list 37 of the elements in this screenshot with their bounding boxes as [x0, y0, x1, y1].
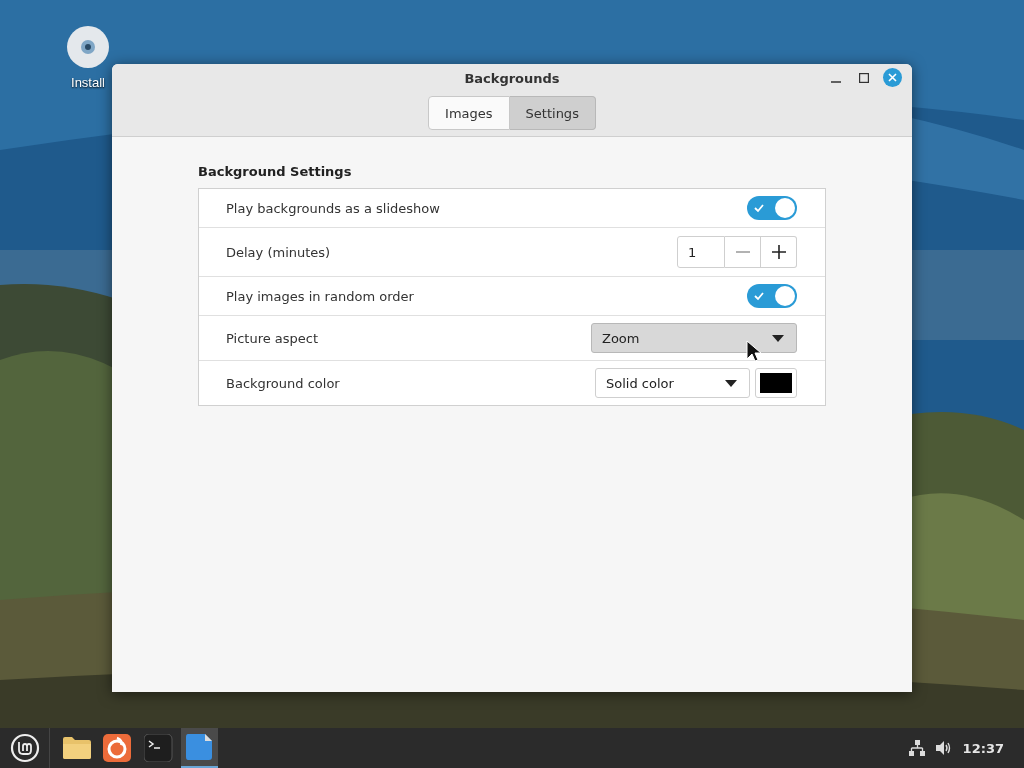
- terminal-icon: [143, 734, 174, 762]
- document-icon: [184, 733, 215, 761]
- plus-icon: [770, 244, 787, 260]
- toggle-switch[interactable]: [747, 284, 797, 308]
- toggle-switch[interactable]: [747, 196, 797, 220]
- section-heading: Background Settings: [198, 164, 352, 179]
- check-icon: [754, 203, 764, 213]
- close-icon: [888, 73, 897, 82]
- dropdown[interactable]: Solid color: [595, 368, 750, 398]
- number-field[interactable]: 1: [677, 236, 725, 268]
- increment-button[interactable]: [761, 236, 797, 268]
- disc-icon: [66, 25, 110, 69]
- maximize-icon: [859, 72, 869, 83]
- minimize-icon: [831, 80, 841, 83]
- close-button[interactable]: [883, 68, 902, 87]
- pointer-icon: [746, 340, 762, 362]
- clock: 12:37: [962, 740, 1004, 756]
- setting-label: Delay (minutes): [226, 244, 331, 260]
- window-title: Backgrounds: [464, 71, 560, 86]
- setting-label: Picture aspect: [226, 330, 319, 346]
- setting-label: Background color: [226, 375, 340, 391]
- color-swatch-button[interactable]: [755, 368, 797, 398]
- setting-label: Play backgrounds as a slideshow: [226, 200, 440, 216]
- tab[interactable]: Settings: [509, 96, 596, 130]
- setting-label: Play images in random order: [226, 288, 414, 304]
- volume-icon: [934, 740, 953, 756]
- caret-icon: [772, 334, 784, 342]
- dropdown[interactable]: Zoom: [591, 323, 797, 353]
- logo-icon: [9, 733, 40, 763]
- network-icon: [908, 740, 925, 756]
- folder-icon: [61, 734, 92, 762]
- tab[interactable]: Images: [428, 96, 510, 130]
- caret-icon: [725, 379, 737, 387]
- minus-icon: [735, 251, 750, 253]
- browser-icon: [102, 734, 133, 762]
- number-spinner[interactable]: 1: [677, 236, 797, 268]
- check-icon: [754, 291, 764, 301]
